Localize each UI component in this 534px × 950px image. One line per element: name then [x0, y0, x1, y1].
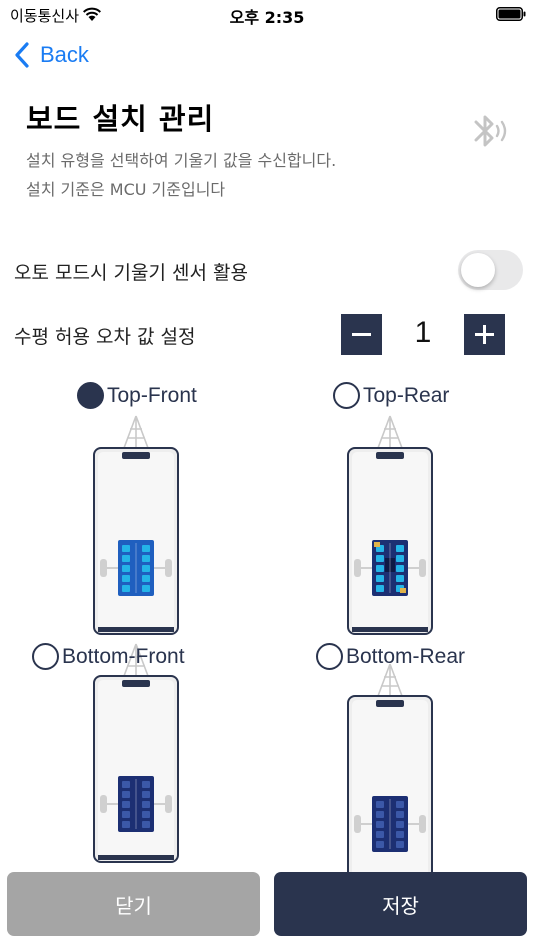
minus-icon: [352, 333, 371, 336]
board-chip: [396, 821, 404, 828]
antenna-mast: [377, 415, 403, 449]
description-line-1: 설치 유형을 선택하여 기울기 값을 수신합니다.: [26, 151, 337, 170]
board-chip: [376, 821, 384, 828]
radio-top-front[interactable]: [77, 382, 104, 409]
board-chip: [396, 841, 404, 848]
side-mount-left: [100, 559, 107, 577]
option-label-top-rear: Top-Rear: [363, 383, 450, 407]
handle: [376, 452, 404, 459]
board-chip: [396, 801, 404, 808]
battery-icon: [496, 7, 526, 21]
description-line-2: 설치 기준은 MCU 기준입니다: [26, 180, 226, 199]
board-chip: [376, 811, 384, 818]
board-chip: [376, 841, 384, 848]
close-button[interactable]: 닫기: [7, 872, 260, 936]
auto-mode-label: 오토 모드시 기울기 센서 활용: [14, 262, 248, 284]
status-time: 오후 2:35: [229, 8, 305, 27]
board-chip: [396, 811, 404, 818]
side-mount-right: [165, 795, 172, 813]
board-chip: [122, 545, 130, 552]
board-chip: [396, 555, 404, 562]
board-chip: [122, 565, 130, 572]
board-chip: [142, 585, 150, 592]
board-chip: [142, 791, 150, 798]
board-chip: [122, 555, 130, 562]
board-chip: [376, 831, 384, 838]
enclosure-base: [352, 627, 428, 632]
mount-option-bottom-front[interactable]: Bottom-Front: [32, 643, 185, 670]
board-chip: [142, 781, 150, 788]
board-chip: [122, 585, 130, 592]
device-image-top-rear[interactable]: [340, 408, 440, 648]
tolerance-label: 수평 허용 오차 값 설정: [14, 326, 196, 348]
board-chip: [142, 801, 150, 808]
board-chip: [396, 565, 404, 572]
board-chip: [142, 575, 150, 582]
board-chip: [376, 585, 384, 592]
board-chip: [396, 545, 404, 552]
handle: [376, 700, 404, 707]
mount-option-top-rear[interactable]: Top-Rear: [333, 382, 449, 409]
radio-bottom-rear[interactable]: [316, 643, 343, 670]
side-mount-right: [165, 559, 172, 577]
board-chip: [122, 575, 130, 582]
board-chip: [122, 811, 130, 818]
option-label-bottom-front: Bottom-Front: [62, 644, 185, 668]
plus-icon: [475, 325, 494, 344]
auto-mode-toggle[interactable]: [458, 250, 523, 290]
connector: [374, 542, 380, 547]
board-chip: [376, 555, 384, 562]
antenna-mast: [123, 415, 149, 449]
board-chip: [122, 781, 130, 788]
tolerance-increase-button[interactable]: [464, 314, 505, 355]
back-label: Back: [40, 42, 89, 67]
board-chip: [122, 791, 130, 798]
enclosure-base: [98, 627, 174, 632]
board-chip: [376, 565, 384, 572]
tolerance-decrease-button[interactable]: [341, 314, 382, 355]
option-label-top-front: Top-Front: [107, 383, 197, 407]
connector: [400, 588, 406, 593]
mount-option-bottom-rear[interactable]: Bottom-Rear: [316, 643, 465, 670]
board-chip: [142, 565, 150, 572]
side-mount-left: [354, 815, 361, 833]
toggle-knob: [461, 253, 495, 287]
option-label-bottom-rear: Bottom-Rear: [346, 644, 466, 668]
board-chip: [142, 545, 150, 552]
board-chip: [396, 575, 404, 582]
back-button[interactable]: Back: [14, 40, 89, 70]
board-chip: [142, 555, 150, 562]
handle: [122, 680, 150, 687]
bluetooth-icon: [474, 115, 507, 147]
board-chip: [376, 801, 384, 808]
board-chip: [396, 831, 404, 838]
board-chip: [376, 575, 384, 582]
chevron-left-icon: [15, 42, 29, 68]
board-chip: [142, 821, 150, 828]
device-image-bottom-rear[interactable]: [340, 656, 440, 896]
side-mount-left: [354, 559, 361, 577]
side-mount-left: [100, 795, 107, 813]
radio-top-rear[interactable]: [333, 382, 360, 409]
save-button[interactable]: 저장: [274, 872, 527, 936]
tolerance-value: 1: [414, 316, 432, 349]
enclosure-base: [98, 855, 174, 860]
board-chip: [142, 811, 150, 818]
board-chip: [122, 821, 130, 828]
device-image-bottom-front[interactable]: [86, 636, 186, 876]
mount-option-top-front[interactable]: Top-Front: [77, 382, 197, 409]
side-mount-right: [419, 815, 426, 833]
handle: [122, 452, 150, 459]
device-image-top-front[interactable]: [86, 408, 186, 648]
radio-bottom-front[interactable]: [32, 643, 59, 670]
side-mount-right: [419, 559, 426, 577]
status-bar: 이동통신사 오후 2:35: [0, 0, 534, 30]
page-title: 보드 설치 관리: [26, 102, 215, 136]
board-chip: [122, 801, 130, 808]
